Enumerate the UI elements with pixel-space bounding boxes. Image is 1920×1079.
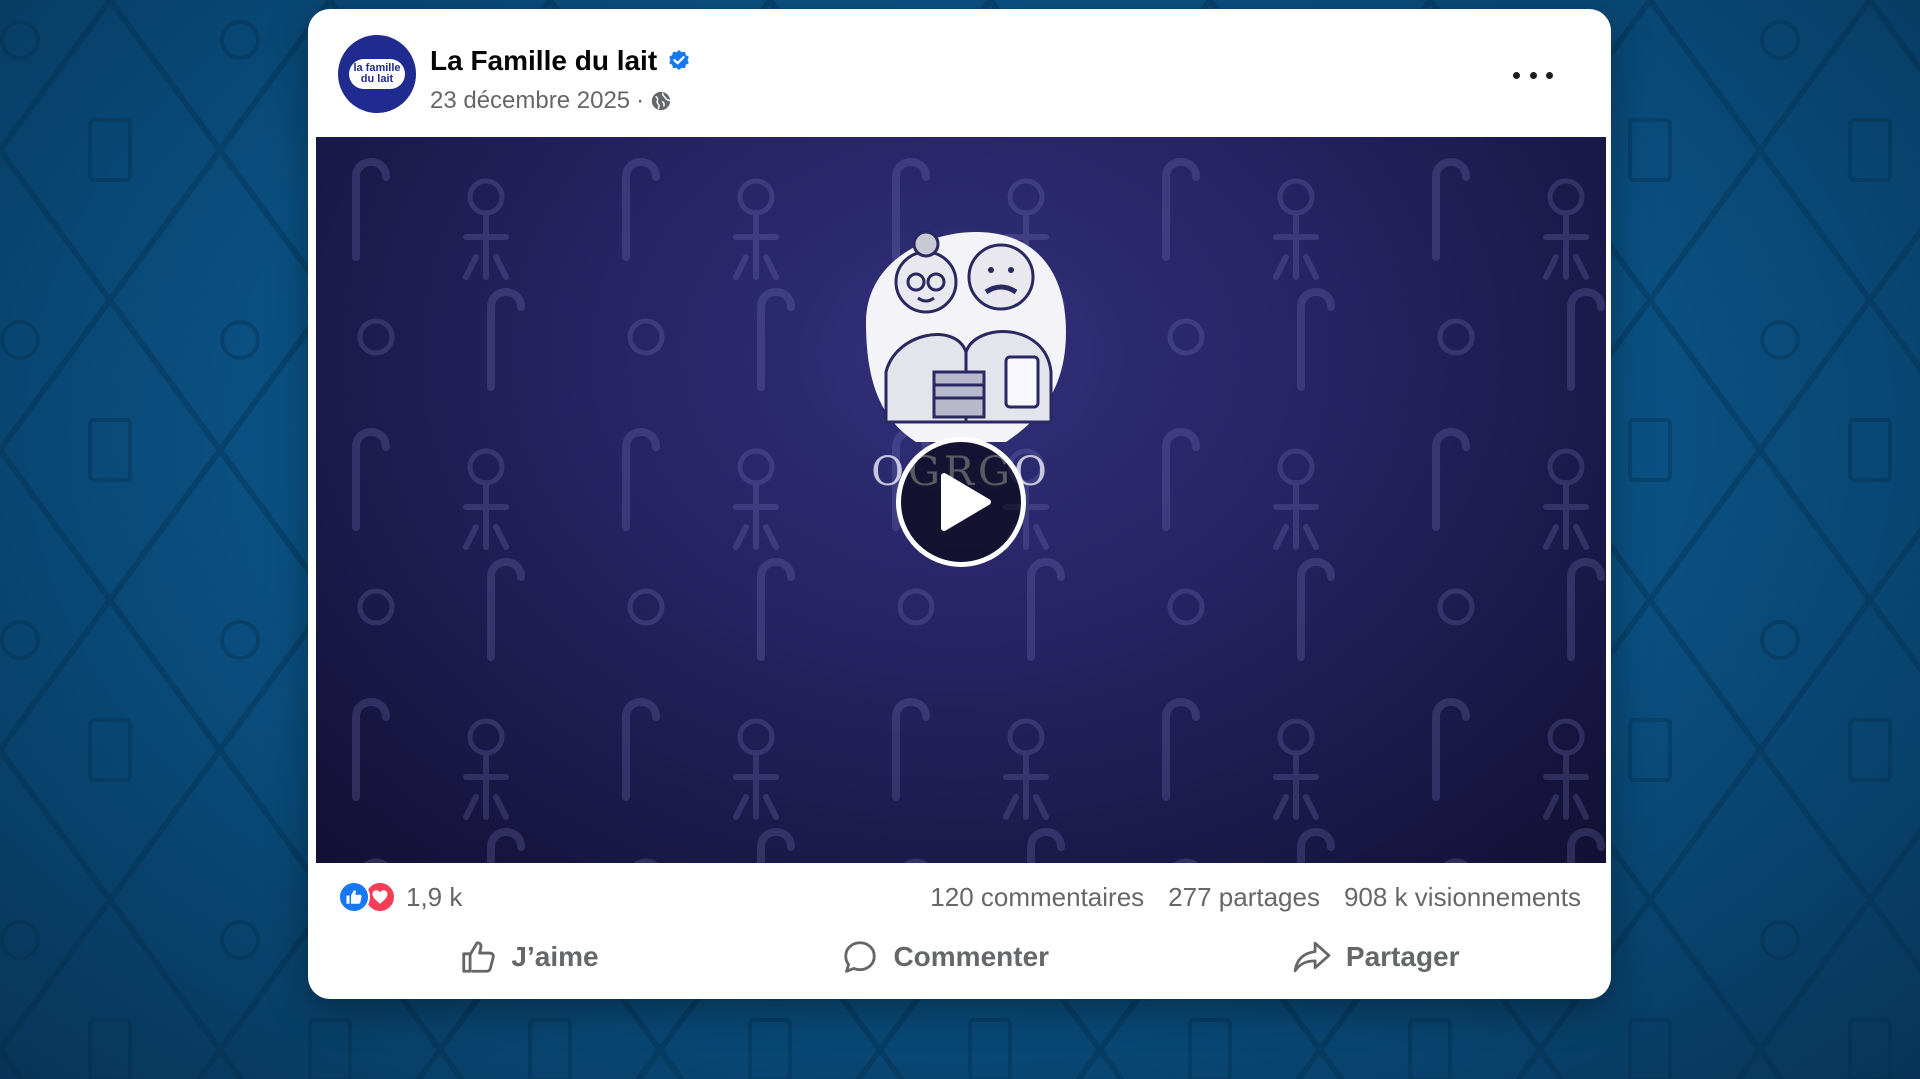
like-reaction-icon bbox=[338, 881, 370, 913]
more-dot bbox=[1546, 71, 1553, 79]
reaction-count: 1,9 k bbox=[406, 881, 463, 912]
share-icon bbox=[1293, 941, 1331, 973]
comment-button[interactable]: Commenter bbox=[801, 930, 1089, 984]
share-button[interactable]: Partager bbox=[1252, 930, 1500, 984]
page-name: La Famille du lait bbox=[430, 45, 691, 77]
facebook-post-card: la famille du lait La Famille du lait 23… bbox=[308, 9, 1611, 999]
page-avatar[interactable]: la famille du lait bbox=[338, 35, 416, 113]
page-name-link[interactable]: La Famille du lait bbox=[430, 45, 657, 77]
reactions-summary[interactable]: 1,9 k bbox=[338, 881, 462, 913]
verified-badge-icon bbox=[669, 50, 689, 70]
play-icon bbox=[941, 473, 991, 531]
post-date[interactable]: 23 décembre 2025 bbox=[430, 87, 630, 115]
post-actions: J’aime Commenter Partager bbox=[338, 927, 1581, 987]
grandparents-illustration bbox=[866, 230, 1066, 442]
video-player[interactable]: OGRGO bbox=[316, 137, 1606, 863]
post-meta: 23 décembre 2025 · bbox=[430, 87, 672, 115]
comment-label: Commenter bbox=[893, 941, 1050, 972]
more-options-icon[interactable] bbox=[1513, 65, 1553, 85]
more-dot bbox=[1529, 71, 1537, 79]
more-dot bbox=[1513, 71, 1520, 79]
post-header: la famille du lait La Famille du lait 23… bbox=[338, 35, 1581, 125]
thumbs-up-icon bbox=[462, 941, 496, 973]
shares-count[interactable]: 277 partages bbox=[1168, 882, 1320, 913]
views-count: 908 k visionnements bbox=[1343, 881, 1581, 912]
like-button[interactable]: J’aime bbox=[419, 930, 638, 984]
engagement-counts: 120 commentaires 277 partages 908 k visi… bbox=[930, 882, 1581, 913]
avatar-text-line2: du lait bbox=[360, 73, 394, 85]
comments-count[interactable]: 120 commentaires bbox=[930, 882, 1144, 913]
play-button[interactable] bbox=[896, 437, 1026, 567]
like-label: J’aime bbox=[511, 941, 599, 972]
post-stats: 1,9 k 120 commentaires 277 partages 908 … bbox=[338, 877, 1581, 917]
globe-icon bbox=[651, 91, 671, 111]
share-label: Partager bbox=[1345, 941, 1460, 972]
avatar-logo: la famille du lait bbox=[349, 59, 405, 89]
meta-separator: · bbox=[636, 87, 645, 114]
comment-icon bbox=[844, 941, 877, 973]
